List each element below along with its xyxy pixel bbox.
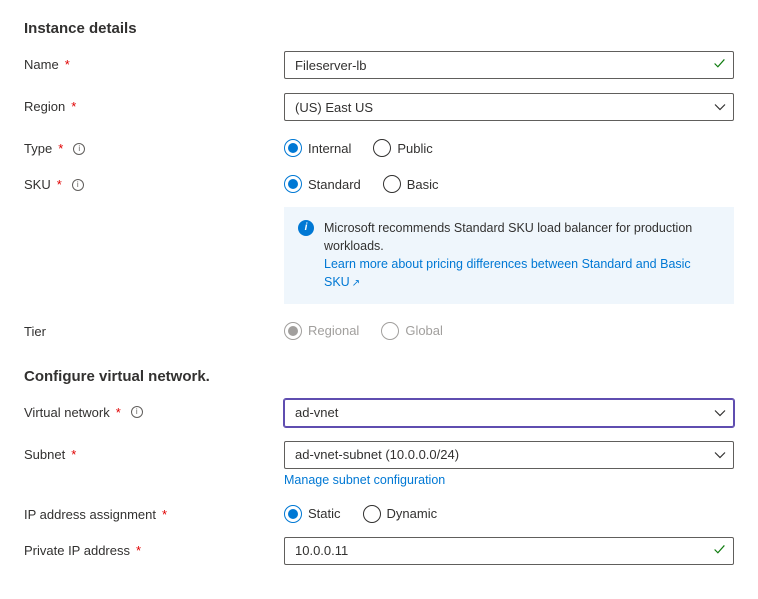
- radio-type-internal[interactable]: Internal: [284, 139, 351, 157]
- subnet-select[interactable]: [284, 441, 734, 469]
- virtual-network-select[interactable]: [284, 399, 734, 427]
- info-text: Microsoft recommends Standard SKU load b…: [324, 221, 692, 253]
- section-instance-details: Instance details: [24, 20, 734, 37]
- info-icon[interactable]: i: [73, 143, 85, 155]
- region-select[interactable]: [284, 93, 734, 121]
- radio-tier-global: Global: [381, 322, 443, 340]
- external-link-icon: ↗: [352, 278, 360, 289]
- sku-info-box: i Microsoft recommends Standard SKU load…: [284, 207, 734, 304]
- label-type: Type* i: [24, 135, 284, 156]
- radio-sku-basic[interactable]: Basic: [383, 175, 439, 193]
- info-icon[interactable]: i: [131, 406, 143, 418]
- radio-sku-standard[interactable]: Standard: [284, 175, 361, 193]
- private-ip-input[interactable]: [284, 537, 734, 565]
- label-tier: Tier: [24, 318, 284, 339]
- sku-pricing-link[interactable]: Learn more about pricing differences bet…: [324, 257, 691, 289]
- name-input[interactable]: [284, 51, 734, 79]
- info-icon[interactable]: i: [72, 179, 84, 191]
- radio-ip-static[interactable]: Static: [284, 505, 341, 523]
- section-configure-vnet: Configure virtual network.: [24, 368, 734, 385]
- label-ip-assignment: IP address assignment*: [24, 501, 284, 522]
- label-subnet: Subnet*: [24, 441, 284, 462]
- label-private-ip: Private IP address*: [24, 537, 284, 558]
- radio-type-public[interactable]: Public: [373, 139, 432, 157]
- label-region: Region*: [24, 93, 284, 114]
- radio-tier-regional: Regional: [284, 322, 359, 340]
- info-icon: i: [298, 220, 314, 236]
- radio-ip-dynamic[interactable]: Dynamic: [363, 505, 438, 523]
- label-name: Name*: [24, 51, 284, 72]
- label-sku: SKU* i: [24, 171, 284, 192]
- manage-subnet-link[interactable]: Manage subnet configuration: [284, 473, 445, 487]
- label-virtual-network: Virtual network* i: [24, 399, 284, 420]
